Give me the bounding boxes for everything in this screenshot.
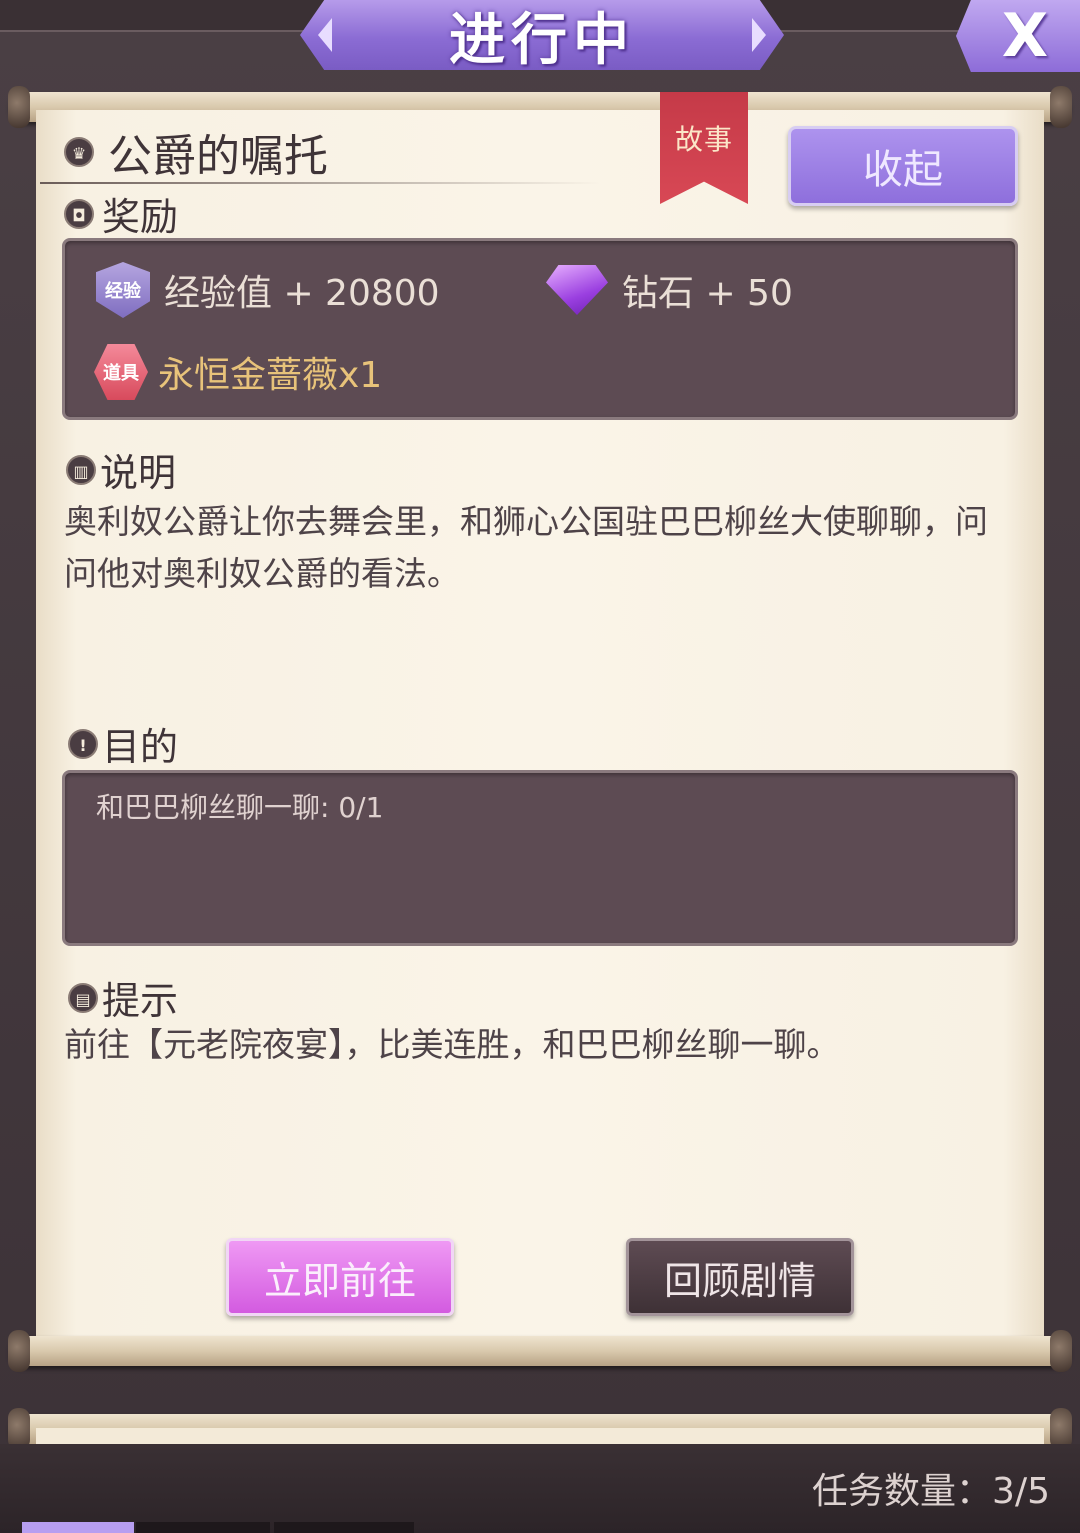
right-arrow-icon xyxy=(752,18,766,52)
title-divider xyxy=(40,182,600,184)
task-count: 任务数量：3/5 xyxy=(812,1471,1050,1512)
close-button[interactable]: X xyxy=(956,0,1080,72)
reward-exp-text: 经验值 + 20800 xyxy=(164,273,440,314)
description-heading: ▥ 说明 xyxy=(66,442,176,497)
hint-heading: ▤ 提示 xyxy=(68,970,178,1025)
exp-shield-icon: 经验 xyxy=(96,262,150,318)
exclamation-icon: ! xyxy=(68,728,98,759)
tab-indicator[interactable] xyxy=(136,1522,270,1533)
tab-indicator[interactable] xyxy=(274,1522,414,1533)
collapse-button[interactable]: 收起 xyxy=(788,126,1018,206)
objective-text: 和巴巴柳丝聊一聊: 0/1 xyxy=(96,791,384,824)
objective-heading-label: 目的 xyxy=(102,725,179,769)
hint-text: 前往【元老院夜宴】，比美连胜，和巴巴柳丝聊一聊。 xyxy=(64,1025,840,1064)
quest-title: 公爵的嘱托 xyxy=(108,131,328,182)
description-text: 奥利奴公爵让你去舞会里，和狮心公国驻巴巴柳丝大使聊聊，问问他对奥利奴公爵的看法。 xyxy=(64,502,988,593)
diamond-icon xyxy=(546,265,608,315)
objective-heading: ! 目的 xyxy=(68,716,178,771)
reward-item-text: 永恒金蔷薇x1 xyxy=(158,355,383,396)
gift-box-icon: ◘ xyxy=(64,198,94,229)
title-banner: 进行中 xyxy=(300,0,784,70)
book-icon: ▥ xyxy=(66,454,96,485)
rewards-heading: ◘ 奖励 xyxy=(64,186,178,241)
hint-heading-label: 提示 xyxy=(102,979,179,1023)
reward-diamond: 钻石 + 50 xyxy=(546,264,793,316)
review-story-button[interactable]: 回顾剧情 xyxy=(626,1238,854,1316)
window-title: 进行中 xyxy=(449,7,635,73)
description-heading-label: 说明 xyxy=(100,451,177,495)
tab-active-indicator[interactable] xyxy=(22,1522,134,1533)
item-badge-icon: 道具 xyxy=(94,344,148,400)
scroll-rod-bottom xyxy=(8,1330,1072,1372)
reward-exp: 经验 经验值 + 20800 xyxy=(96,262,440,318)
go-now-button[interactable]: 立即前往 xyxy=(226,1238,454,1316)
left-arrow-icon xyxy=(318,18,332,52)
quest-title-row: ♛ 公爵的嘱托 xyxy=(64,122,328,182)
rewards-heading-label: 奖励 xyxy=(102,195,179,239)
note-icon: ▤ xyxy=(68,982,98,1013)
reward-item[interactable]: 道具 永恒金蔷薇x1 xyxy=(94,344,382,400)
crown-icon: ♛ xyxy=(64,137,94,167)
reward-diamond-text: 钻石 + 50 xyxy=(622,273,793,314)
